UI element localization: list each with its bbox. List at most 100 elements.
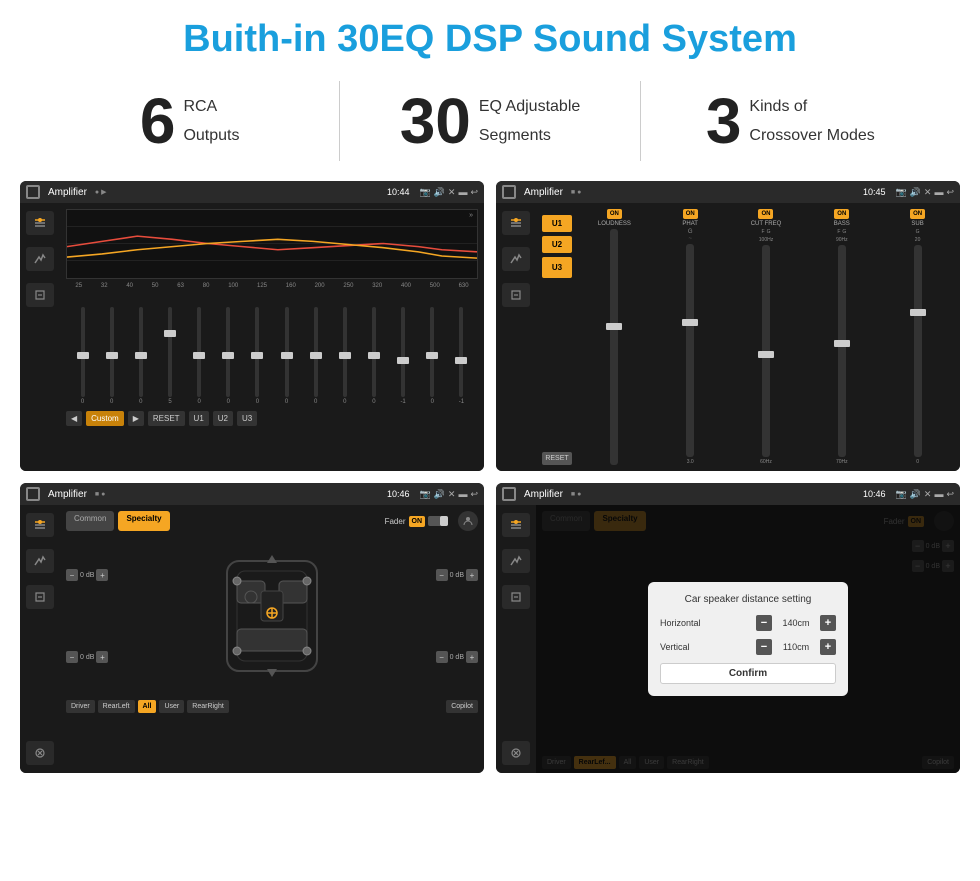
- eq-slider-track-4[interactable]: [197, 307, 201, 397]
- home-icon[interactable]: [26, 185, 40, 199]
- dlg-side-btn-2[interactable]: [502, 549, 530, 573]
- dialog-overlay: Car speaker distance setting Horizontal …: [536, 505, 960, 773]
- eq-slider-track-13[interactable]: [459, 307, 463, 397]
- eq-slider-thumb-12[interactable]: [426, 352, 438, 359]
- reset-btn-amp[interactable]: RESET: [542, 452, 572, 465]
- ch-phat-toggle[interactable]: ON: [683, 209, 698, 219]
- eq-slider-thumb-4[interactable]: [193, 352, 205, 359]
- preset-u1[interactable]: U1: [542, 215, 572, 232]
- plus-btn-rl[interactable]: +: [96, 651, 108, 663]
- eq-slider-thumb-1[interactable]: [106, 352, 118, 359]
- eq-u1-btn[interactable]: U1: [189, 411, 209, 426]
- tab-common[interactable]: Common: [66, 511, 114, 531]
- eq-slider-track-5[interactable]: [226, 307, 230, 397]
- eq-slider-thumb-8[interactable]: [310, 352, 322, 359]
- eq-side-btn-1[interactable]: [26, 211, 54, 235]
- person-icon[interactable]: [458, 511, 478, 531]
- sp-side-btn-4[interactable]: [26, 741, 54, 765]
- preset-u3[interactable]: U3: [542, 257, 572, 278]
- dialog-val-vertical: 110cm: [776, 642, 816, 652]
- minus-btn-rr[interactable]: −: [436, 651, 448, 663]
- eq-slider-thumb-9[interactable]: [339, 352, 351, 359]
- stat-number-eq: 30: [400, 89, 471, 153]
- eq-sliders: 00050000000-10-1: [66, 295, 478, 405]
- minus-btn-fr[interactable]: −: [436, 569, 448, 581]
- time-4: 10:46: [863, 489, 886, 499]
- screens-grid: Amplifier ● ▶ 10:44 📷 🔊 ✕ ▬ ↩: [0, 175, 980, 783]
- sp-side-btn-2[interactable]: [26, 549, 54, 573]
- minus-btn-fl[interactable]: −: [66, 569, 78, 581]
- eq-side-btn-3[interactable]: [26, 283, 54, 307]
- eq-slider-thumb-11[interactable]: [397, 357, 409, 364]
- dialog-minus-vertical[interactable]: −: [756, 639, 772, 655]
- ch-sub-toggle[interactable]: ON: [910, 209, 925, 219]
- eq-slider-thumb-2[interactable]: [135, 352, 147, 359]
- ch-bass-toggle[interactable]: ON: [834, 209, 849, 219]
- time-3: 10:46: [387, 489, 410, 499]
- confirm-button[interactable]: Confirm: [660, 663, 836, 684]
- dialog-ctrl-vertical: − 110cm +: [756, 639, 836, 655]
- eq-play-btn[interactable]: ▶: [128, 411, 144, 426]
- eq-custom-btn[interactable]: Custom: [86, 411, 124, 426]
- plus-btn-fl[interactable]: +: [96, 569, 108, 581]
- stat-label-eq-2: Segments: [479, 118, 580, 147]
- btn-rearleft[interactable]: RearLeft: [98, 700, 135, 713]
- eq-slider-track-2[interactable]: [139, 307, 143, 397]
- tab-specialty[interactable]: Specialty: [118, 511, 169, 531]
- btn-rearright[interactable]: RearRight: [187, 700, 229, 713]
- app-name-3: Amplifier: [48, 489, 87, 500]
- eq-slider-thumb-10[interactable]: [368, 352, 380, 359]
- eq-slider-thumb-3[interactable]: [164, 330, 176, 337]
- speaker-screen-content: Common Specialty Fader ON: [20, 505, 484, 773]
- eq-slider-track-7[interactable]: [285, 307, 289, 397]
- eq-slider-track-10[interactable]: [372, 307, 376, 397]
- eq-slider-thumb-0[interactable]: [77, 352, 89, 359]
- dialog-plus-vertical[interactable]: +: [820, 639, 836, 655]
- minus-btn-rl[interactable]: −: [66, 651, 78, 663]
- amp-side-btn-3[interactable]: [502, 283, 530, 307]
- home-icon-3[interactable]: [26, 487, 40, 501]
- eq-slider-track-9[interactable]: [343, 307, 347, 397]
- eq-slider-thumb-6[interactable]: [251, 352, 263, 359]
- eq-slider-thumb-13[interactable]: [455, 357, 467, 364]
- amp-side-btn-1[interactable]: [502, 211, 530, 235]
- eq-slider-track-12[interactable]: [430, 307, 434, 397]
- dialog-ctrl-horizontal: − 140cm +: [756, 615, 836, 631]
- home-icon-2[interactable]: [502, 185, 516, 199]
- eq-side-btn-2[interactable]: [26, 247, 54, 271]
- ch-cutfreq-toggle[interactable]: ON: [758, 209, 773, 219]
- eq-reset-btn[interactable]: RESET: [148, 411, 185, 426]
- eq-slider-track-8[interactable]: [314, 307, 318, 397]
- btn-all[interactable]: All: [138, 700, 157, 713]
- dialog-minus-horizontal[interactable]: −: [756, 615, 772, 631]
- dialog-val-horizontal: 140cm: [776, 618, 816, 628]
- btn-copilot[interactable]: Copilot: [446, 700, 478, 713]
- dlg-side-btn-3[interactable]: [502, 585, 530, 609]
- eq-slider-track-0[interactable]: [81, 307, 85, 397]
- eq-prev-btn[interactable]: ◀: [66, 411, 82, 426]
- btn-driver[interactable]: Driver: [66, 700, 95, 713]
- sp-side-btn-3[interactable]: [26, 585, 54, 609]
- ch-loudness-toggle[interactable]: ON: [607, 209, 622, 219]
- eq-screen-card: Amplifier ● ▶ 10:44 📷 🔊 ✕ ▬ ↩: [20, 181, 484, 471]
- btn-user[interactable]: User: [159, 700, 184, 713]
- eq-slider-track-11[interactable]: [401, 307, 405, 397]
- plus-btn-rr[interactable]: +: [466, 651, 478, 663]
- dlg-side-btn-4[interactable]: [502, 741, 530, 765]
- eq-slider-col-2: 0: [134, 307, 148, 405]
- fader-toggle[interactable]: ON: [409, 516, 426, 527]
- plus-btn-fr[interactable]: +: [466, 569, 478, 581]
- eq-slider-thumb-5[interactable]: [222, 352, 234, 359]
- eq-slider-track-1[interactable]: [110, 307, 114, 397]
- dialog-plus-horizontal[interactable]: +: [820, 615, 836, 631]
- sp-side-btn-1[interactable]: [26, 513, 54, 537]
- eq-slider-track-3[interactable]: [168, 307, 172, 397]
- dlg-side-btn-1[interactable]: [502, 513, 530, 537]
- amp-side-btn-2[interactable]: [502, 247, 530, 271]
- home-icon-4[interactable]: [502, 487, 516, 501]
- eq-u3-btn[interactable]: U3: [237, 411, 257, 426]
- eq-slider-track-6[interactable]: [255, 307, 259, 397]
- eq-u2-btn[interactable]: U2: [213, 411, 233, 426]
- preset-u2[interactable]: U2: [542, 236, 572, 253]
- eq-slider-thumb-7[interactable]: [281, 352, 293, 359]
